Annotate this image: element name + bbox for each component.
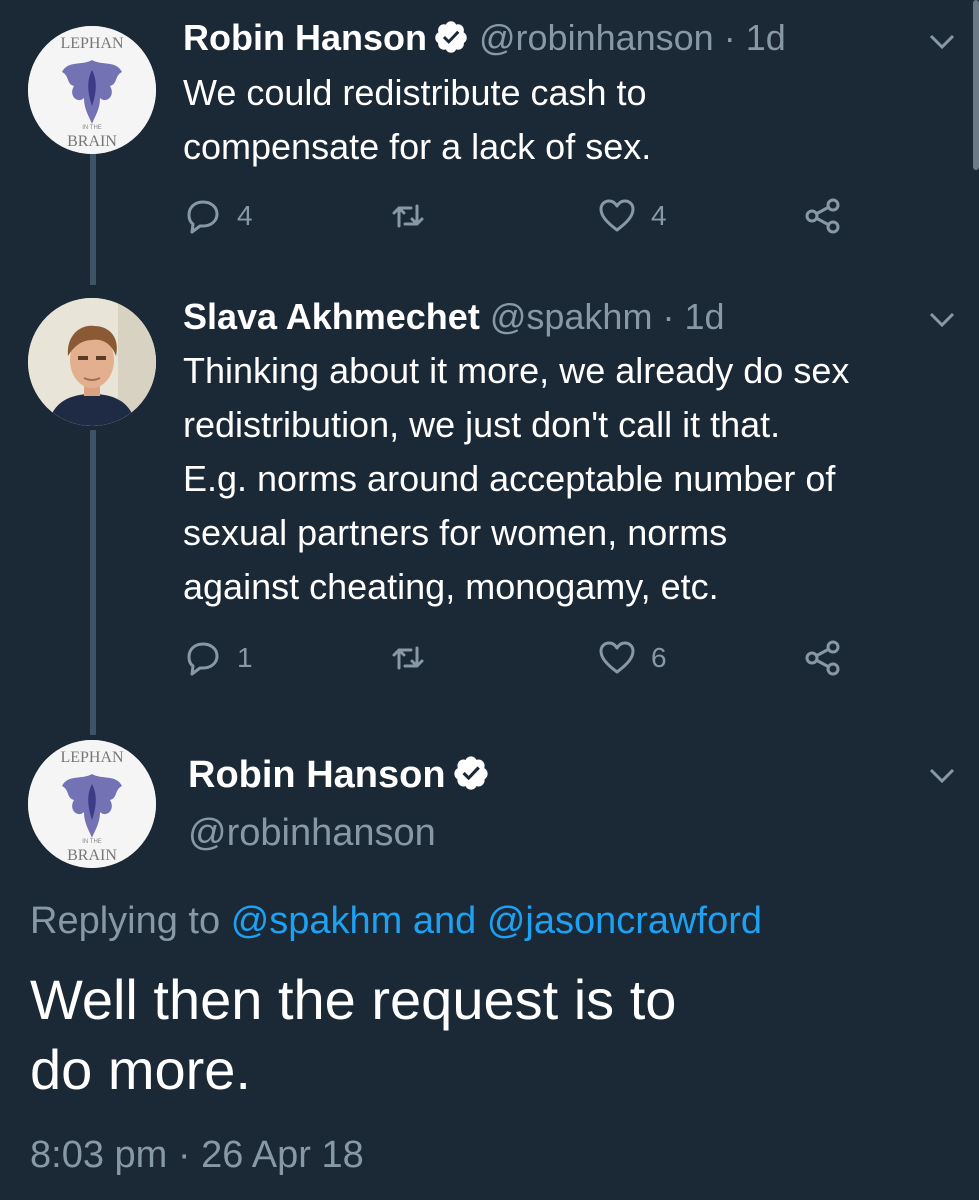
retweet-button[interactable] bbox=[388, 638, 428, 678]
chevron-down-icon[interactable] bbox=[928, 32, 956, 52]
share-icon bbox=[805, 198, 840, 234]
avatar-robinhanson[interactable]: LEPHAN IN THE BRAIN bbox=[28, 26, 156, 154]
reply-count: 4 bbox=[237, 200, 253, 231]
chevron-down-icon[interactable] bbox=[928, 766, 956, 786]
retweet-button[interactable] bbox=[388, 196, 428, 236]
svg-text:BRAIN: BRAIN bbox=[67, 133, 117, 150]
like-button[interactable]: 4 bbox=[597, 196, 667, 236]
like-count: 6 bbox=[651, 642, 667, 673]
tweet-time[interactable]: 1d bbox=[746, 17, 786, 58]
like-icon bbox=[599, 641, 635, 674]
retweet-icon bbox=[392, 646, 424, 670]
author-handle[interactable]: @robinhanson bbox=[479, 17, 714, 58]
separator: · bbox=[662, 296, 675, 337]
replying-to: Replying to @spakhm and @jasoncrawford bbox=[30, 898, 762, 944]
reply-button[interactable]: 1 bbox=[183, 638, 253, 678]
like-count: 4 bbox=[651, 200, 667, 231]
reply-button[interactable]: 4 bbox=[183, 196, 253, 236]
reply-icon bbox=[187, 642, 219, 676]
author-name[interactable]: Slava Akhmechet bbox=[183, 296, 480, 337]
reply-icon bbox=[187, 200, 219, 234]
thread-line bbox=[90, 150, 96, 285]
svg-text:IN THE: IN THE bbox=[82, 839, 102, 845]
svg-text:LEPHAN: LEPHAN bbox=[60, 35, 124, 52]
mention-conjunction[interactable]: and bbox=[413, 900, 476, 942]
focused-tweet-text: Well then the request is to do more. bbox=[30, 968, 677, 1101]
tweet-header: Robin Hanson @robinhanson · 1d bbox=[183, 17, 786, 59]
tweet-actions: 1 6 bbox=[183, 638, 843, 688]
scrollbar[interactable] bbox=[973, 0, 979, 170]
chevron-down-icon[interactable] bbox=[928, 310, 956, 330]
share-button[interactable] bbox=[803, 638, 843, 678]
author-name[interactable]: Robin Hanson bbox=[188, 752, 490, 798]
like-button[interactable]: 6 bbox=[597, 638, 667, 678]
author-handle[interactable]: @spakhm bbox=[490, 296, 653, 337]
svg-text:LEPHAN: LEPHAN bbox=[60, 749, 124, 766]
retweet-icon bbox=[392, 204, 424, 228]
avatar-spakhm[interactable] bbox=[28, 298, 156, 426]
svg-text:BRAIN: BRAIN bbox=[67, 847, 117, 864]
mention-spakhm[interactable]: @spakhm bbox=[231, 900, 403, 942]
author-handle[interactable]: @robinhanson bbox=[188, 810, 436, 856]
share-button[interactable] bbox=[803, 196, 843, 236]
verified-badge-icon bbox=[453, 756, 488, 790]
tweet-text: Thinking about it more, we already do se… bbox=[183, 350, 850, 607]
svg-text:IN THE: IN THE bbox=[82, 125, 102, 131]
replying-prefix: Replying to bbox=[30, 900, 221, 942]
tweet-timestamp[interactable]: 8:03 pm · 26 Apr 18 bbox=[30, 1132, 364, 1178]
author-name[interactable]: Robin Hanson bbox=[183, 17, 427, 58]
avatar-robinhanson[interactable]: LEPHAN IN THE BRAIN bbox=[28, 740, 156, 868]
tweet-text: We could redistribute cash to compensate… bbox=[183, 72, 652, 167]
tweet-actions: 4 4 bbox=[183, 196, 843, 246]
share-icon bbox=[805, 640, 840, 676]
like-icon bbox=[599, 199, 635, 232]
thread-line bbox=[90, 430, 96, 735]
verified-badge-icon bbox=[435, 21, 467, 53]
tweet-time[interactable]: 1d bbox=[684, 296, 724, 337]
tweet-header: Slava Akhmechet @spakhm · 1d bbox=[183, 296, 725, 338]
mention-jasoncrawford[interactable]: @jasoncrawford bbox=[487, 900, 762, 942]
reply-count: 1 bbox=[237, 642, 253, 673]
separator: · bbox=[723, 17, 736, 58]
